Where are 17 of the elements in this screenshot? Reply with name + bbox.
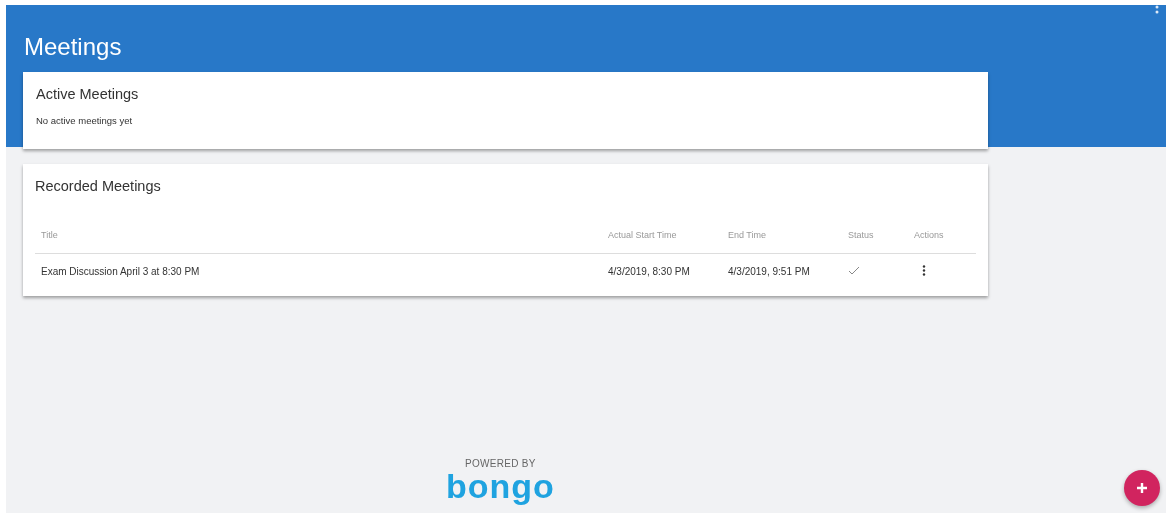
brand-logo: bongo — [446, 469, 555, 503]
column-header: Title — [35, 216, 602, 254]
card-title: Active Meetings — [36, 86, 140, 102]
table-cell: 4/3/2019, 9:51 PM — [722, 253, 842, 289]
page-title: Meetings — [23, 32, 122, 62]
column-header: Actions — [908, 216, 976, 254]
add-button[interactable] — [1124, 470, 1160, 506]
column-header: Actual Start Time — [602, 216, 722, 254]
plus-icon — [1136, 482, 1148, 494]
table-cell: 4/3/2019, 8:30 PM — [602, 253, 722, 289]
column-header: End Time — [722, 216, 842, 254]
table-cell: Exam Discussion April 3 at 8:30 PM — [35, 253, 602, 289]
more-icon[interactable] — [922, 265, 926, 276]
column-header: Status — [842, 216, 908, 254]
empty-message: No active meetings yet — [36, 115, 134, 126]
powered-by-label: POWERED BY — [465, 458, 536, 469]
card-title: Recorded Meetings — [35, 178, 162, 194]
